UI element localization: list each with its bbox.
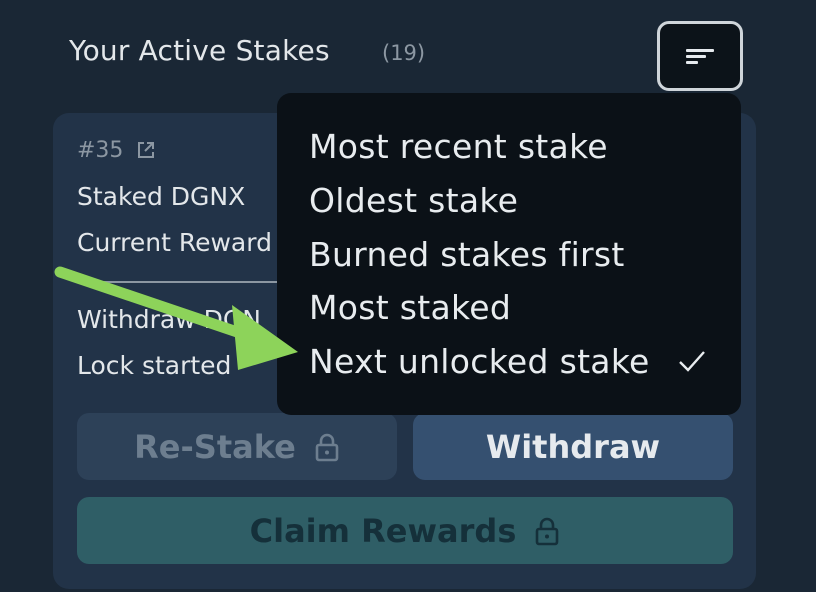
- stakes-count-badge: (19): [382, 41, 426, 65]
- menu-item-burned-stakes-first[interactable]: Burned stakes first: [309, 235, 625, 274]
- staked-label: Staked DGNX: [77, 182, 246, 211]
- menu-item-most-staked[interactable]: Most staked: [309, 288, 511, 327]
- page-title: Your Active Stakes: [69, 34, 330, 67]
- claim-rewards-button[interactable]: Claim Rewards: [77, 497, 733, 564]
- sort-button[interactable]: [657, 21, 743, 91]
- lock-icon: [536, 517, 559, 545]
- restake-button[interactable]: Re-Stake: [77, 413, 397, 480]
- stakes-screen: Your Active Stakes (19) #35 Staked DGNX …: [0, 0, 816, 592]
- claim-rewards-button-label: Claim Rewards: [249, 511, 517, 550]
- sort-dropdown-menu: Most recent stake Oldest stake Burned st…: [277, 93, 741, 415]
- current-rewards-label: Current Reward: [77, 228, 272, 257]
- lock-icon: [315, 433, 339, 461]
- menu-item-next-unlocked-stake[interactable]: Next unlocked stake: [309, 342, 650, 381]
- restake-button-label: Re-Stake: [134, 427, 296, 466]
- withdraw-button-label: Withdraw: [485, 427, 661, 466]
- menu-item-most-recent-stake[interactable]: Most recent stake: [309, 127, 608, 166]
- lock-started-label: Lock started: [77, 351, 232, 380]
- check-icon: [679, 351, 705, 372]
- stake-id: #35: [77, 138, 124, 163]
- external-link-icon[interactable]: [136, 140, 156, 160]
- menu-item-oldest-stake[interactable]: Oldest stake: [309, 181, 518, 220]
- withdraw-amount-label: Withdraw DGN: [77, 305, 261, 334]
- sort-icon: [686, 46, 714, 66]
- withdraw-button[interactable]: Withdraw: [413, 413, 733, 480]
